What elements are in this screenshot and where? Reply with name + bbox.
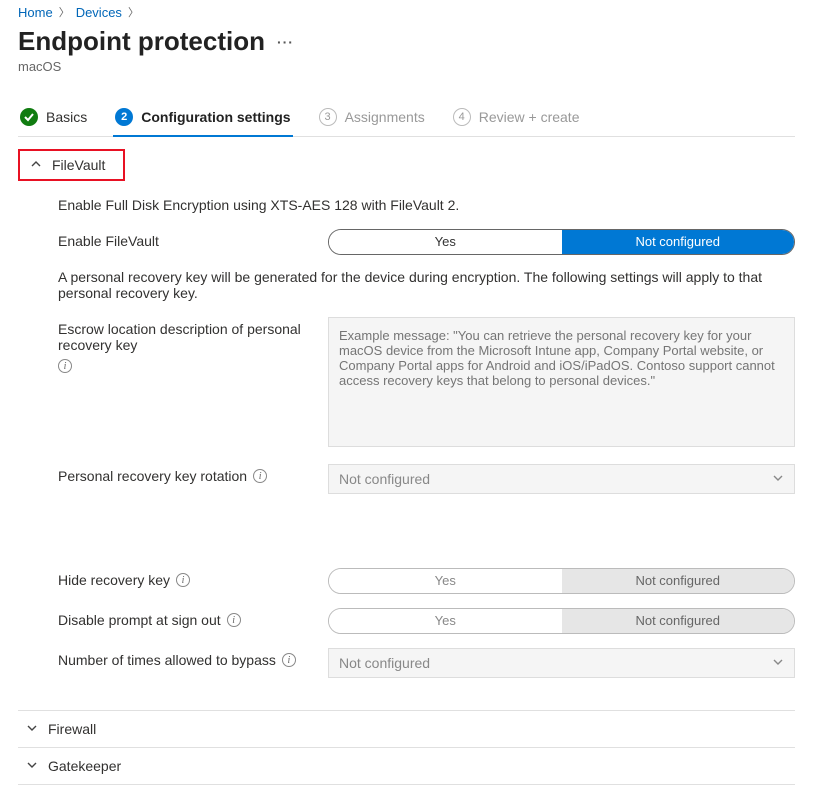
- info-icon[interactable]: i: [227, 613, 241, 627]
- page-subtitle: macOS: [18, 59, 795, 74]
- step-number-icon: 2: [115, 108, 133, 126]
- tab-review-create[interactable]: 4 Review + create: [451, 102, 582, 136]
- section-header-gatekeeper[interactable]: Gatekeeper: [18, 748, 795, 784]
- section-body-filevault: Enable Full Disk Encryption using XTS-AE…: [18, 181, 795, 711]
- section-header-firewall[interactable]: Firewall: [18, 711, 795, 747]
- disable-prompt-toggle[interactable]: Yes Not configured: [328, 608, 795, 634]
- section-header-filevault[interactable]: FileVault: [18, 149, 125, 181]
- breadcrumb: Home 〉 Devices 〉: [18, 4, 795, 20]
- enable-filevault-toggle[interactable]: Yes Not configured: [328, 229, 795, 255]
- escrow-description-input[interactable]: [328, 317, 795, 447]
- escrow-label: Escrow location description of personal …: [58, 321, 318, 353]
- chevron-down-icon: [772, 655, 784, 671]
- enable-filevault-not-configured[interactable]: Not configured: [562, 230, 795, 254]
- hide-key-label: Hide recovery key: [58, 572, 170, 588]
- tab-label: Basics: [46, 109, 87, 125]
- step-number-icon: 3: [319, 108, 337, 126]
- filevault-description: Enable Full Disk Encryption using XTS-AE…: [58, 197, 795, 213]
- wizard-tabs: Basics 2 Configuration settings 3 Assign…: [18, 102, 795, 137]
- tab-assignments[interactable]: 3 Assignments: [317, 102, 427, 136]
- bypass-select[interactable]: Not configured: [328, 648, 795, 678]
- section-title: Firewall: [48, 721, 96, 737]
- hide-key-not-configured[interactable]: Not configured: [562, 569, 795, 593]
- rotation-select[interactable]: Not configured: [328, 464, 795, 494]
- breadcrumb-home[interactable]: Home: [18, 5, 53, 20]
- rotation-value: Not configured: [339, 471, 430, 487]
- disable-prompt-yes[interactable]: Yes: [329, 609, 562, 633]
- more-button[interactable]: ···: [277, 34, 294, 50]
- chevron-down-icon: [26, 722, 38, 737]
- recovery-key-note: A personal recovery key will be generate…: [58, 269, 795, 301]
- disable-prompt-label: Disable prompt at sign out: [58, 612, 221, 628]
- chevron-right-icon: 〉: [59, 4, 70, 20]
- tab-label: Configuration settings: [141, 109, 290, 125]
- info-icon[interactable]: i: [282, 653, 296, 667]
- info-icon[interactable]: i: [253, 469, 267, 483]
- page-title: Endpoint protection: [18, 26, 265, 57]
- bypass-label: Number of times allowed to bypass: [58, 652, 276, 668]
- enable-filevault-yes[interactable]: Yes: [329, 230, 562, 254]
- chevron-down-icon: [772, 471, 784, 487]
- chevron-right-icon: 〉: [128, 4, 139, 20]
- chevron-up-icon: [30, 158, 42, 173]
- rotation-label: Personal recovery key rotation: [58, 468, 247, 484]
- info-icon[interactable]: i: [176, 573, 190, 587]
- tab-basics[interactable]: Basics: [18, 102, 89, 136]
- disable-prompt-not-configured[interactable]: Not configured: [562, 609, 795, 633]
- hide-key-yes[interactable]: Yes: [329, 569, 562, 593]
- info-icon[interactable]: i: [58, 359, 72, 373]
- tab-label: Assignments: [345, 109, 425, 125]
- chevron-down-icon: [26, 759, 38, 774]
- step-number-icon: 4: [453, 108, 471, 126]
- tab-label: Review + create: [479, 109, 580, 125]
- check-icon: [20, 108, 38, 126]
- section-title: FileVault: [52, 157, 105, 173]
- bypass-value: Not configured: [339, 655, 430, 671]
- breadcrumb-devices[interactable]: Devices: [76, 5, 122, 20]
- tab-configuration-settings[interactable]: 2 Configuration settings: [113, 102, 292, 136]
- hide-key-toggle[interactable]: Yes Not configured: [328, 568, 795, 594]
- enable-filevault-label: Enable FileVault: [58, 229, 328, 249]
- section-title: Gatekeeper: [48, 758, 121, 774]
